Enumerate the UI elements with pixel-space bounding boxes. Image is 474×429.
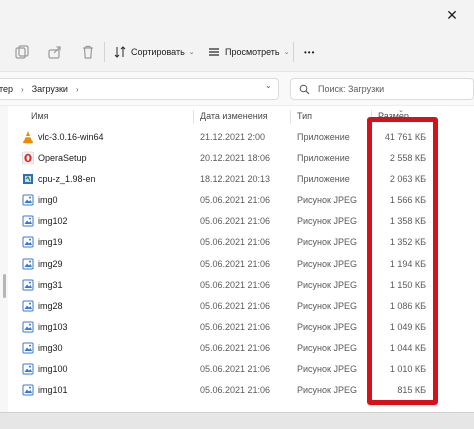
sort-descending-icon: ⌄ <box>398 107 404 114</box>
image-file-icon <box>22 236 34 248</box>
file-type: Рисунок JPEG <box>297 279 357 290</box>
address-dropdown-chevron-icon[interactable]: ⌄ <box>265 81 272 90</box>
file-date: 05.06.2021 21:06 <box>200 258 271 269</box>
file-type: Приложение <box>297 174 350 185</box>
command-bar: Сортировать ⌄ Просмотреть ⌄ ••• <box>0 32 474 72</box>
view-button[interactable]: Просмотреть ⌄ <box>208 44 290 60</box>
chevron-down-icon: ⌄ <box>188 49 195 56</box>
desktop-strip <box>0 412 474 429</box>
file-date: 05.06.2021 21:06 <box>200 342 271 353</box>
vlc-icon <box>23 131 33 144</box>
file-type: Рисунок JPEG <box>297 300 357 311</box>
column-date-header[interactable]: Дата изменения <box>200 111 268 121</box>
file-name: OperaSetup <box>38 153 87 164</box>
delete-icon[interactable] <box>80 44 96 60</box>
file-date: 05.06.2021 21:06 <box>200 237 271 248</box>
address-bar[interactable]: тер › Загрузки › <box>0 78 279 100</box>
navigation-row: тер › Загрузки › Поиск: Загрузки <box>0 72 474 106</box>
toolbar-divider <box>293 42 294 62</box>
file-date: 21.12.2021 2:00 <box>200 132 266 142</box>
image-file-icon <box>22 363 34 375</box>
file-type: Рисунок JPEG <box>297 216 357 227</box>
image-file-icon <box>22 384 34 396</box>
file-date: 05.06.2021 21:06 <box>200 216 271 227</box>
image-file-icon <box>22 300 34 312</box>
file-name: img0 <box>38 195 58 206</box>
file-date: 20.12.2021 18:06 <box>200 153 271 164</box>
file-date: 05.06.2021 21:06 <box>200 364 271 375</box>
file-type: Приложение <box>297 153 350 164</box>
file-name: img28 <box>38 300 63 311</box>
size-column-highlight <box>367 117 438 405</box>
file-explorer-window: ✕ Сортировать ⌄ Просмотреть ⌄ ••• тер › … <box>0 0 474 412</box>
close-button[interactable]: ✕ <box>430 0 474 32</box>
image-file-icon <box>22 258 34 270</box>
image-file-icon <box>22 279 34 291</box>
view-list-icon <box>209 48 219 56</box>
toolbar-divider <box>104 42 105 62</box>
image-file-icon <box>22 321 34 333</box>
breadcrumb-separator-icon: › <box>21 84 24 94</box>
column-name-header[interactable]: Имя <box>31 111 49 121</box>
column-divider[interactable] <box>193 110 194 124</box>
file-name: cpu-z_1.98-en <box>38 174 96 185</box>
chevron-down-icon: ⌄ <box>283 49 290 56</box>
file-date: 05.06.2021 21:06 <box>200 385 271 396</box>
breadcrumb-separator-icon: › <box>75 84 79 94</box>
file-name: img29 <box>38 258 63 269</box>
copy-icon[interactable] <box>14 44 30 60</box>
sort-button[interactable]: Сортировать ⌄ <box>114 44 195 60</box>
more-options-button[interactable]: ••• <box>304 44 315 60</box>
file-type: Рисунок JPEG <box>297 237 357 248</box>
title-bar: ✕ <box>0 0 474 32</box>
file-date: 18.12.2021 20:13 <box>200 174 271 185</box>
sort-label: Сортировать <box>131 47 185 57</box>
file-type: Рисунок JPEG <box>297 364 357 375</box>
file-date: 05.06.2021 21:06 <box>200 321 271 332</box>
file-name: img101 <box>38 385 68 396</box>
file-type: Рисунок JPEG <box>297 385 357 396</box>
file-type: Приложение <box>297 132 350 142</box>
file-type: Рисунок JPEG <box>297 195 357 206</box>
breadcrumb-current[interactable]: Загрузки <box>32 84 68 94</box>
file-type: Рисунок JPEG <box>297 258 357 269</box>
cpuz-icon <box>23 174 33 185</box>
file-type: Рисунок JPEG <box>297 321 357 332</box>
opera-icon <box>22 151 34 165</box>
breadcrumb-parent[interactable]: тер <box>0 84 13 94</box>
file-name: img102 <box>38 216 68 227</box>
file-name: img103 <box>38 321 68 332</box>
image-file-icon <box>22 215 34 227</box>
view-label: Просмотреть <box>225 47 280 57</box>
sort-icon <box>114 46 126 58</box>
column-type-header[interactable]: Тип <box>297 111 312 121</box>
file-name: img31 <box>38 279 63 290</box>
search-placeholder: Поиск: Загрузки <box>318 84 385 94</box>
share-icon[interactable] <box>47 44 63 60</box>
file-type: Рисунок JPEG <box>297 342 357 353</box>
file-date: 05.06.2021 21:06 <box>200 195 271 206</box>
image-file-icon <box>22 194 34 206</box>
image-file-icon <box>22 342 34 354</box>
file-name: img100 <box>38 364 68 375</box>
search-icon <box>299 84 310 94</box>
file-date: 05.06.2021 21:06 <box>200 279 271 290</box>
file-date: 05.06.2021 21:06 <box>200 300 271 311</box>
file-name: img30 <box>38 342 63 353</box>
search-box[interactable]: Поиск: Загрузки <box>290 78 474 100</box>
file-name: img19 <box>38 237 63 248</box>
file-name: vlc-3.0.16-win64 <box>38 132 104 142</box>
column-divider[interactable] <box>290 110 291 124</box>
